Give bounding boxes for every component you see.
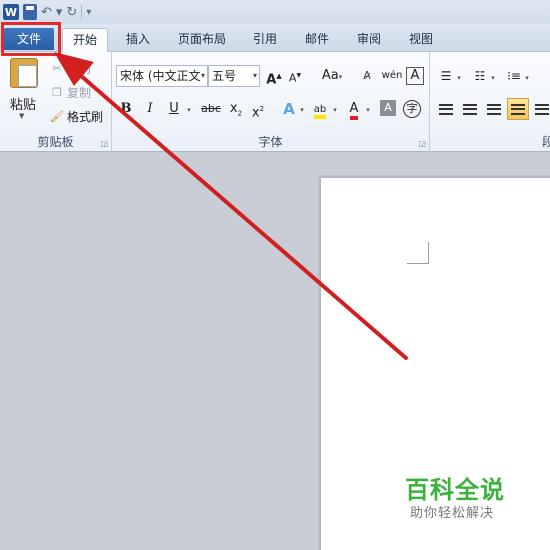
align-right-button[interactable] — [484, 99, 504, 119]
distributed-icon — [535, 104, 549, 115]
shrink-font-button[interactable]: A▼ — [287, 65, 303, 87]
paste-dropdown-icon[interactable]: ▼ — [19, 112, 24, 120]
copy-icon: ❐ — [52, 85, 62, 99]
numbering-icon: ☷ — [474, 69, 486, 83]
highlight-dropdown-icon[interactable]: ▾ — [331, 98, 339, 120]
change-case-icon: Aa — [321, 68, 339, 83]
customize-icon[interactable]: ▾ — [86, 4, 91, 20]
subscript-button[interactable]: x2 — [228, 98, 244, 120]
tab-insert[interactable]: 插入 — [118, 28, 158, 52]
font-color-button[interactable]: A — [345, 98, 363, 120]
undo-icon[interactable]: ↶ — [41, 4, 52, 20]
bullets-dropdown-icon[interactable]: ▾ — [454, 66, 464, 86]
grow-font-icon: A — [266, 72, 277, 88]
distributed-button[interactable] — [532, 99, 550, 119]
multilevel-list-button[interactable]: ⁝≡ — [504, 66, 524, 86]
underline-dropdown-icon[interactable]: ▾ — [184, 98, 194, 120]
font-group-label: 字体 — [258, 135, 283, 149]
font-group: 宋体 (中文正文 ▾ 五号 ▾ A▲ A▼ Aa▾ A̷ wén A B I U… — [112, 52, 430, 152]
clipboard-group-label: 剪贴板 — [37, 135, 74, 149]
align-right-icon — [487, 104, 501, 115]
text-effects-icon: A — [283, 100, 295, 118]
word-icon[interactable]: W — [3, 4, 19, 20]
char-shading-button[interactable]: A — [380, 100, 396, 116]
multilevel-list-icon: ⁝≡ — [507, 69, 521, 83]
phonetic-guide-button[interactable]: wén — [380, 65, 404, 87]
bold-button[interactable]: B — [118, 98, 134, 120]
brush-icon: 🖌 — [50, 109, 64, 123]
clear-format-icon: A̷ — [363, 69, 371, 82]
bullets-icon: ☰ — [440, 69, 452, 83]
highlight-button[interactable]: ab — [310, 98, 330, 120]
font-launcher-icon[interactable]: ◲ — [418, 139, 426, 148]
font-color-dropdown-icon[interactable]: ▾ — [364, 98, 372, 120]
tab-review[interactable]: 审阅 — [350, 28, 388, 52]
font-name-combo[interactable]: 宋体 (中文正文 ▾ — [116, 65, 208, 87]
copy-label: 复制 — [67, 86, 92, 100]
bullets-button[interactable]: ☰ — [436, 66, 456, 86]
tab-page-layout[interactable]: 页面布局 — [170, 28, 234, 52]
char-border-icon: A — [410, 68, 420, 83]
font-size-value: 五号 — [212, 69, 237, 83]
clear-format-button[interactable]: A̷ — [357, 65, 377, 87]
multilevel-dropdown-icon[interactable]: ▾ — [522, 66, 532, 86]
subscript-icon: x — [229, 101, 238, 116]
align-left-button[interactable] — [436, 99, 456, 119]
text-effects-dropdown-icon[interactable]: ▾ — [298, 98, 306, 120]
tab-home[interactable]: 开始 — [62, 28, 108, 53]
quick-access-toolbar: W ↶ ▾ ↻ ▾ — [0, 0, 550, 24]
clipboard-launcher-icon[interactable]: ◲ — [100, 139, 108, 148]
align-left-icon — [439, 104, 453, 115]
format-painter-label: 格式刷 — [67, 110, 104, 124]
font-name-value: 宋体 (中文正文 — [120, 69, 201, 83]
chevron-down-icon: ▾ — [200, 71, 205, 80]
toolbar-separator — [81, 5, 83, 19]
undo-dropdown-icon[interactable]: ▾ — [56, 4, 63, 20]
paste-icon[interactable] — [10, 58, 38, 88]
align-center-button[interactable] — [460, 99, 480, 119]
cut-label: 剪切 — [67, 62, 92, 76]
phonetic-guide-icon: wén — [381, 70, 403, 81]
grow-font-button[interactable]: A▲ — [266, 65, 282, 87]
highlighter-icon: ab — [313, 104, 327, 119]
ribbon-tabs: 文件 开始 插入 页面布局 引用 邮件 审阅 视图 — [0, 24, 550, 53]
chevron-down-icon: ▾ — [252, 71, 257, 80]
clipboard-group: 粘贴 ▼ ✂ 剪切 ❐ 复制 🖌 格式刷 剪贴板 ◲ — [0, 52, 112, 152]
font-color-icon: A — [349, 102, 359, 120]
underline-button[interactable]: U — [166, 98, 182, 120]
align-center-icon — [463, 104, 477, 115]
paste-button[interactable]: 粘贴 — [10, 94, 36, 113]
redo-icon[interactable]: ↻ — [66, 4, 77, 20]
tab-mailings[interactable]: 邮件 — [298, 28, 336, 52]
scissors-icon: ✂ — [52, 61, 62, 75]
save-icon[interactable] — [23, 4, 37, 20]
italic-button[interactable]: I — [142, 98, 158, 120]
file-tab-highlight — [1, 22, 61, 56]
enclose-char-button[interactable]: 字 — [402, 98, 422, 120]
superscript-button[interactable]: x2 — [250, 98, 266, 120]
numbering-dropdown-icon[interactable]: ▾ — [488, 66, 498, 86]
enclose-char-icon: 字 — [403, 100, 421, 118]
format-painter-button[interactable]: 🖌 格式刷 — [50, 108, 103, 125]
paragraph-group-label: 段 — [542, 135, 550, 149]
font-size-combo[interactable]: 五号 ▾ — [208, 65, 260, 87]
ribbon: 粘贴 ▼ ✂ 剪切 ❐ 复制 🖌 格式刷 剪贴板 ◲ 宋体 (中文正文 ▾ 五号… — [0, 52, 550, 152]
watermark-subtitle: 助你轻松解决 — [410, 506, 495, 521]
strikethrough-button[interactable]: abc — [200, 98, 222, 120]
text-effects-button[interactable]: A — [280, 98, 298, 120]
change-case-button[interactable]: Aa▾ — [318, 65, 346, 87]
tab-view[interactable]: 视图 — [402, 28, 440, 52]
paragraph-group: ☰ ▾ ☷ ▾ ⁝≡ ▾ 段 — [430, 52, 550, 152]
cut-button[interactable]: ✂ 剪切 — [50, 60, 91, 77]
margin-corner-mark — [407, 242, 429, 264]
watermark-title: 百科全说 — [405, 476, 505, 504]
justify-button[interactable] — [507, 98, 529, 120]
justify-icon — [511, 104, 525, 115]
superscript-icon: x — [251, 105, 260, 121]
tab-references[interactable]: 引用 — [246, 28, 284, 52]
numbering-button[interactable]: ☷ — [470, 66, 490, 86]
char-border-button[interactable]: A — [406, 67, 424, 85]
copy-button[interactable]: ❐ 复制 — [50, 84, 91, 101]
